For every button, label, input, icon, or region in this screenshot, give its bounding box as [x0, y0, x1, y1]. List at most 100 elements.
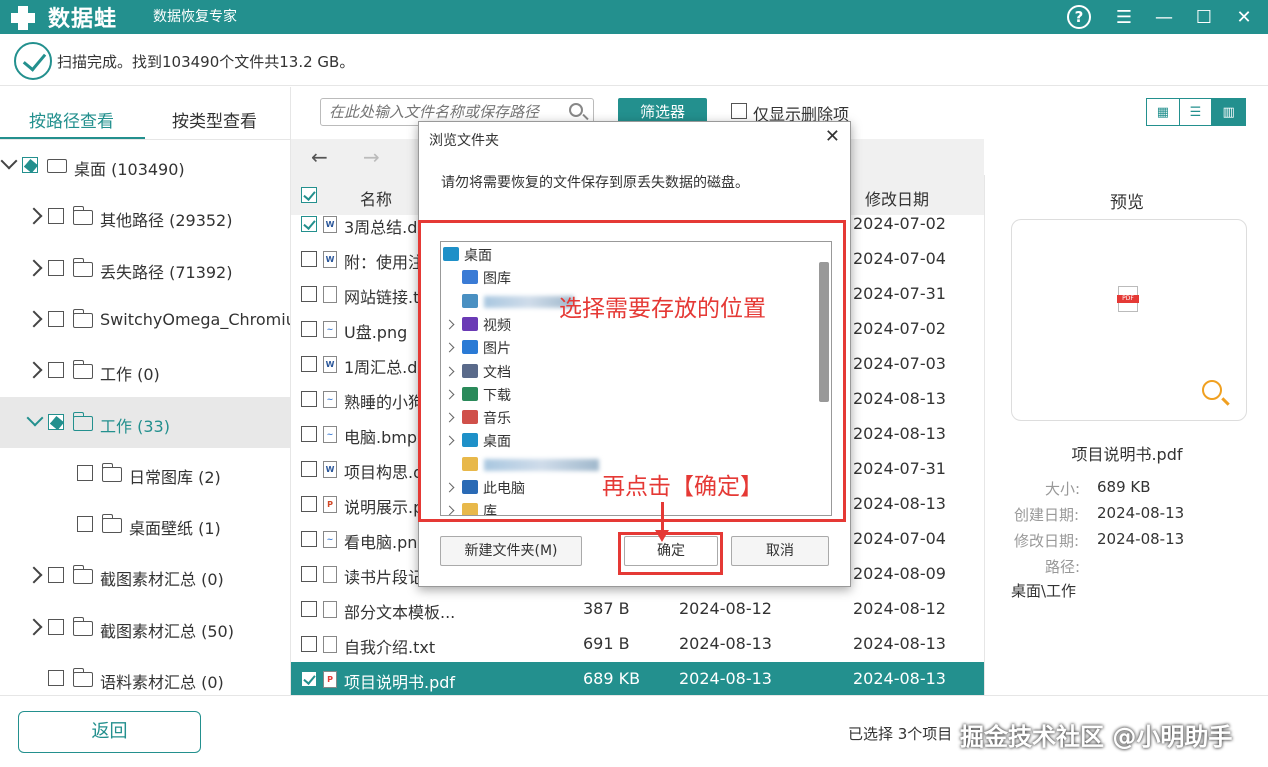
file-checkbox[interactable]	[301, 636, 317, 652]
folder-icon	[101, 462, 122, 482]
file-size: 689 KB	[583, 669, 641, 688]
grid-view-icon[interactable]: ▦	[1147, 99, 1180, 125]
chevron-right-icon[interactable]	[25, 618, 43, 636]
minimize-button[interactable]: —	[1150, 3, 1178, 31]
file-name: 自我介绍.txt	[344, 638, 436, 657]
tree-item[interactable]: 日常图库 (2)	[0, 448, 290, 499]
tree-item-checkbox[interactable]	[77, 516, 93, 533]
forward-arrow-icon[interactable]: →	[363, 145, 380, 169]
tree-item[interactable]: SwitchyOmega_Chromium	[0, 294, 291, 345]
tree-item[interactable]: 截图素材汇总 (50)	[0, 602, 290, 653]
file-type-icon	[323, 566, 337, 583]
file-checkbox[interactable]	[301, 496, 317, 512]
file-type-icon: W	[323, 461, 337, 478]
back-button[interactable]: 返回	[18, 711, 201, 753]
file-type-icon: P	[323, 496, 337, 513]
column-name[interactable]: 名称	[360, 186, 392, 210]
file-checkbox[interactable]	[301, 356, 317, 372]
file-checkbox[interactable]	[301, 321, 317, 337]
file-type-icon	[323, 601, 337, 618]
dialog-message: 请勿将需要恢复的文件保存到原丢失数据的磁盘。	[441, 175, 749, 191]
file-modified-date: 2024-08-13	[853, 494, 946, 513]
tree-item-checkbox[interactable]	[48, 259, 64, 276]
file-row[interactable]: P 项目说明书.pdf 689 KB 2024-08-13 2024-08-13	[291, 662, 984, 695]
file-created-date: 2024-08-12	[679, 599, 772, 618]
tree-item-checkbox[interactable]	[48, 310, 64, 327]
chevron-right-icon[interactable]	[25, 310, 43, 328]
detail-view-icon[interactable]: ▥	[1212, 99, 1245, 125]
file-checkbox[interactable]	[301, 671, 317, 687]
file-name: 部分文本模板...	[344, 603, 456, 622]
folder-icon	[72, 565, 93, 585]
back-arrow-icon[interactable]: ←	[311, 145, 328, 169]
tree-item-label: SwitchyOmega_Chromium	[100, 309, 291, 329]
preview-title: 预览	[1110, 193, 1144, 213]
chevron-right-icon[interactable]	[25, 361, 43, 379]
modified-label: 修改日期:	[1014, 532, 1080, 550]
tree-item-checkbox[interactable]	[48, 413, 64, 430]
logo-cross-icon	[8, 4, 42, 30]
only-deleted-checkbox[interactable]	[731, 103, 747, 119]
file-modified-date: 2024-07-02	[853, 215, 946, 233]
tree-item-checkbox[interactable]	[77, 464, 93, 481]
column-modified[interactable]: 修改日期	[865, 186, 929, 210]
tree-item-checkbox[interactable]	[22, 157, 38, 173]
tab-by-type[interactable]: 按类型查看	[172, 107, 257, 132]
chevron-down-icon[interactable]	[26, 409, 44, 426]
new-folder-button[interactable]: 新建文件夹(M)	[440, 536, 582, 566]
file-row[interactable]: 自我介绍.txt 691 B 2024-08-13 2024-08-13	[291, 627, 984, 662]
file-checkbox[interactable]	[301, 566, 317, 582]
tree-item-checkbox[interactable]	[48, 362, 64, 379]
scan-status-bar: 扫描完成。找到103490个文件共13.2 GB。	[0, 34, 1268, 86]
file-checkbox[interactable]	[301, 426, 317, 442]
folder-icon	[72, 616, 93, 636]
chevron-right-icon[interactable]	[25, 207, 43, 225]
view-mode-group: ▦ ☰ ▥	[1146, 98, 1246, 126]
file-checkbox[interactable]	[301, 601, 317, 617]
maximize-button[interactable]: ☐	[1190, 3, 1218, 31]
help-icon[interactable]: ?	[1067, 5, 1091, 29]
file-modified-date: 2024-07-04	[853, 249, 946, 268]
tab-by-path[interactable]: 按路径查看	[29, 107, 114, 132]
tree-item-checkbox[interactable]	[48, 670, 64, 686]
list-view-icon[interactable]: ☰	[1180, 99, 1213, 125]
tree-item[interactable]: 工作 (33)	[0, 396, 290, 448]
search-icon[interactable]	[569, 103, 583, 117]
select-all-checkbox[interactable]	[301, 187, 317, 203]
tree-item-checkbox[interactable]	[48, 618, 64, 635]
tree-item[interactable]: 工作 (0)	[0, 345, 290, 396]
tree-item-checkbox[interactable]	[48, 567, 64, 584]
zoom-icon[interactable]	[1202, 380, 1222, 400]
file-name: 项目说明书.pdf	[344, 673, 456, 692]
check-circle-icon	[14, 42, 52, 80]
file-modified-date: 2024-08-13	[853, 389, 946, 408]
tree-item-label: 桌面 (103490)	[74, 160, 185, 179]
tree-item-checkbox[interactable]	[48, 208, 64, 225]
tree-item[interactable]: 语料素材汇总 (0)	[0, 653, 290, 695]
chevron-down-icon[interactable]	[0, 152, 18, 170]
file-checkbox[interactable]	[301, 531, 317, 547]
file-row[interactable]: 部分文本模板... 387 B 2024-08-12 2024-08-12	[291, 592, 984, 627]
file-checkbox[interactable]	[301, 251, 317, 267]
tree-item[interactable]: 丢失路径 (71392)	[0, 243, 290, 294]
tree-item[interactable]: 其他路径 (29352)	[0, 191, 290, 242]
file-created-date: 2024-08-13	[679, 634, 772, 653]
cancel-button[interactable]: 取消	[731, 536, 829, 566]
annotation-click-ok: 再点击【确定】	[602, 474, 763, 500]
file-checkbox[interactable]	[301, 286, 317, 302]
file-name: 项目构思.d	[344, 463, 424, 482]
file-name: 网站链接.t	[344, 288, 420, 307]
tree-item[interactable]: 桌面壁纸 (1)	[0, 499, 290, 550]
chevron-right-icon[interactable]	[25, 259, 43, 277]
menu-icon[interactable]: ☰	[1110, 3, 1138, 31]
close-button[interactable]: ✕	[1230, 3, 1258, 31]
file-checkbox[interactable]	[301, 216, 317, 232]
tree-item[interactable]: 截图素材汇总 (0)	[0, 550, 290, 601]
tree-item[interactable]: 桌面 (103490)	[0, 140, 290, 191]
file-checkbox[interactable]	[301, 461, 317, 477]
selection-info: 已选择 3个项目	[848, 725, 953, 743]
chevron-right-icon[interactable]	[25, 566, 43, 584]
dialog-close-icon[interactable]: ✕	[825, 126, 840, 147]
tree-item-label: 丢失路径 (71392)	[100, 262, 233, 282]
file-checkbox[interactable]	[301, 391, 317, 407]
